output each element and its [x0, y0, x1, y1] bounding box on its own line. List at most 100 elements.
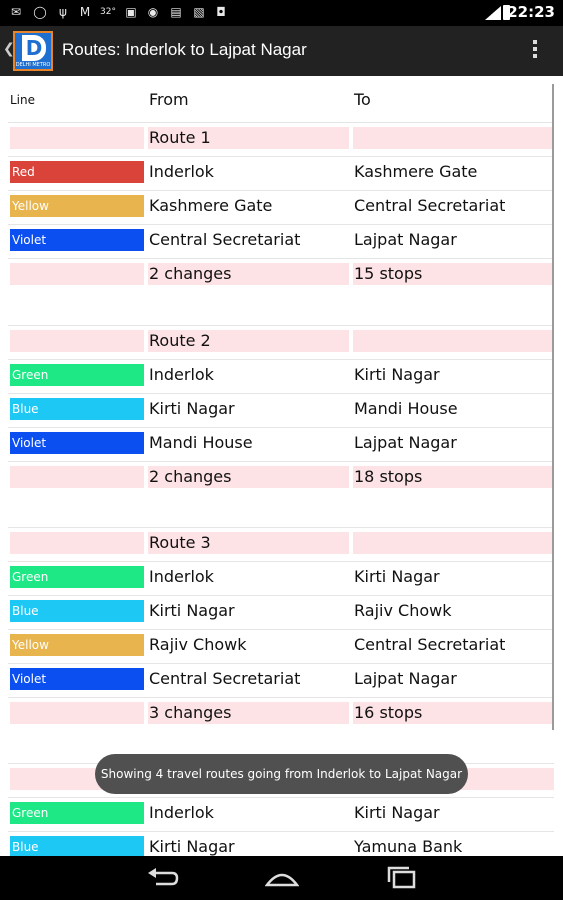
nav-bar [0, 856, 563, 900]
segment-to: Yamuna Bank [354, 837, 463, 856]
segment-row[interactable]: Green Inderlok Kirti Nagar [8, 797, 554, 830]
segment-to: Kirti Nagar [354, 365, 440, 384]
summary-line-cell [10, 263, 144, 285]
route-name: Route 3 [148, 532, 349, 554]
route-line-cell [10, 532, 144, 554]
segment-from: Mandi House [149, 433, 253, 452]
segment-to: Kashmere Gate [354, 162, 478, 181]
segment-to: Rajiv Chowk [354, 601, 452, 620]
segment-from: Kirti Nagar [149, 837, 235, 856]
segment-to: Lajpat Nagar [354, 433, 457, 452]
line-badge: Blue [10, 600, 144, 622]
line-badge: Red [10, 161, 144, 183]
whatsapp-icon: ◯ [33, 5, 47, 19]
route-name: Route 2 [148, 330, 349, 352]
line-badge: Yellow [10, 195, 144, 217]
segment-row[interactable]: Blue Kirti Nagar Rajiv Chowk [8, 595, 554, 628]
segment-from: Kirti Nagar [149, 601, 235, 620]
logo-letter: D [22, 35, 46, 61]
segment-to: Kirti Nagar [354, 803, 440, 822]
route-stops: 18 stops [353, 466, 554, 488]
segment-from: Inderlok [149, 162, 214, 181]
route-title-row[interactable]: Route 1 [8, 122, 554, 155]
segment-to: Mandi House [354, 399, 458, 418]
segment-row[interactable]: Green Inderlok Kirti Nagar [8, 561, 554, 594]
segment-from: Rajiv Chowk [149, 635, 247, 654]
route-summary-row: 3 changes 16 stops [8, 697, 554, 730]
segment-from: Kashmere Gate [149, 196, 273, 215]
segment-row[interactable]: Yellow Kashmere Gate Central Secretariat [8, 190, 554, 223]
segment-to: Lajpat Nagar [354, 230, 457, 249]
route-changes: 3 changes [148, 702, 349, 724]
segment-row[interactable]: Violet Central Secretariat Lajpat Nagar [8, 224, 554, 257]
segment-row[interactable]: Green Inderlok Kirti Nagar [8, 359, 554, 392]
gps-icon: ◉ [147, 5, 159, 19]
recents-icon[interactable] [385, 865, 419, 891]
mail-icon: ✉ [10, 5, 22, 19]
route-name: Route 1 [148, 127, 349, 149]
segment-from: Inderlok [149, 365, 214, 384]
segment-row[interactable]: Blue Kirti Nagar Mandi House [8, 393, 554, 426]
line-badge: Green [10, 364, 144, 386]
status-bar: ✉ ◯ ψ M 32° ▣ ◉ ▤ ▧ ◘ 22:23 [0, 0, 563, 26]
scrollbar[interactable] [552, 84, 554, 730]
segment-from: Central Secretariat [149, 669, 301, 688]
signal-icon [485, 6, 501, 20]
route-line-cell [10, 127, 144, 149]
line-badge: Blue [10, 836, 144, 856]
line-badge: Green [10, 802, 144, 824]
route-name-to-cell [353, 532, 554, 554]
header-to: To [354, 90, 371, 109]
home-icon[interactable] [265, 865, 299, 891]
segment-from: Inderlok [149, 803, 214, 822]
route-line-cell [10, 330, 144, 352]
app-icon: ▤ [170, 5, 182, 19]
summary-line-cell [10, 702, 144, 724]
back-icon[interactable] [146, 865, 180, 891]
route-stops: 16 stops [353, 702, 554, 724]
page-title: Routes: Inderlok to Lajpat Nagar [62, 40, 307, 59]
segment-to: Central Secretariat [354, 196, 506, 215]
segment-to: Lajpat Nagar [354, 669, 457, 688]
route-stops: 15 stops [353, 263, 554, 285]
segment-row[interactable]: Violet Central Secretariat Lajpat Nagar [8, 663, 554, 696]
summary-line-cell [10, 466, 144, 488]
header-from: From [149, 90, 189, 109]
segment-from: Central Secretariat [149, 230, 301, 249]
segment-from: Kirti Nagar [149, 399, 235, 418]
logo-subtitle: DELHI METRO [15, 62, 51, 68]
usb-icon: ψ [59, 5, 67, 19]
overflow-menu-icon[interactable] [533, 40, 537, 61]
route-title-row[interactable]: Route 2 [8, 325, 554, 358]
segment-row[interactable]: Yellow Rajiv Chowk Central Secretariat [8, 629, 554, 662]
segment-from: Inderlok [149, 567, 214, 586]
segment-row[interactable]: Red Inderlok Kashmere Gate [8, 156, 554, 189]
camera-icon: ◘ [216, 5, 226, 19]
status-clock: 22:23 [507, 3, 555, 21]
route-summary-row: 2 changes 15 stops [8, 258, 554, 291]
route-changes: 2 changes [148, 466, 349, 488]
action-bar: ❮ D DELHI METRO Routes: Inderlok to Lajp… [0, 26, 563, 76]
route-title-row[interactable]: Route 3 [8, 527, 554, 560]
temperature-icon: 32° [100, 7, 116, 17]
line-badge: Yellow [10, 634, 144, 656]
line-badge: Blue [10, 398, 144, 420]
segment-row[interactable]: Violet Mandi House Lajpat Nagar [8, 427, 554, 460]
line-badge: Violet [10, 432, 144, 454]
routes-table[interactable]: Line From To Route 1 Red Inderlok Kashmere … [0, 76, 563, 856]
line-badge: Violet [10, 668, 144, 690]
line-badge: Green [10, 566, 144, 588]
segment-to: Central Secretariat [354, 635, 506, 654]
nine-icon: ▣ [125, 5, 137, 19]
segment-to: Kirti Nagar [354, 567, 440, 586]
header-line: Line [10, 93, 36, 107]
app-logo[interactable]: D DELHI METRO [13, 31, 53, 71]
segment-row[interactable]: Blue Kirti Nagar Yamuna Bank [8, 831, 554, 856]
route-summary-row: 2 changes 18 stops [8, 461, 554, 494]
route-name-to-cell [353, 330, 554, 352]
photo-icon: ▧ [193, 5, 205, 19]
gmail-icon: M [79, 5, 91, 19]
toast-message: Showing 4 travel routes going from Inder… [95, 754, 468, 794]
route-changes: 2 changes [148, 263, 349, 285]
line-badge: Violet [10, 229, 144, 251]
